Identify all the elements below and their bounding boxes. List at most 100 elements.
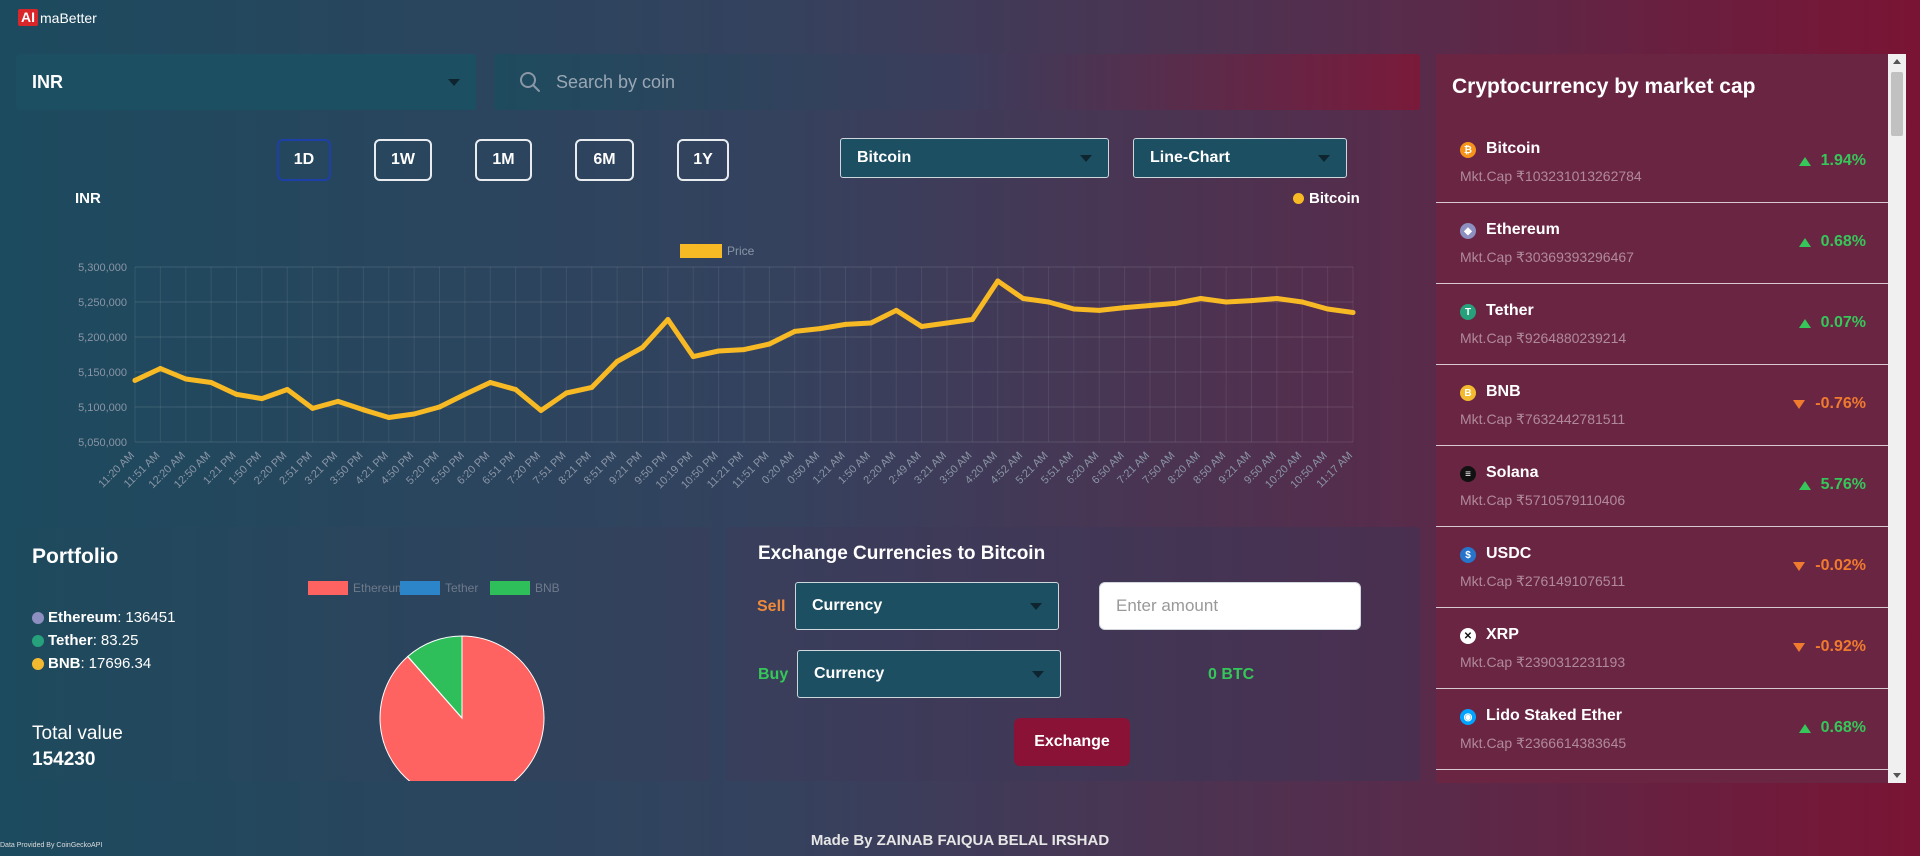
coin-change: 0.07% bbox=[1798, 314, 1866, 332]
coin-market-cap: Mkt.Cap ₹5710579110406 bbox=[1460, 492, 1626, 508]
coin-row[interactable]: ◉ Lido Staked Ether Mkt.Cap ₹2366614383645… bbox=[1436, 689, 1888, 770]
chevron-down-icon bbox=[1032, 670, 1044, 678]
scroll-down-icon[interactable] bbox=[1893, 773, 1901, 778]
coin-change: 1.94% bbox=[1798, 152, 1866, 170]
search-input[interactable] bbox=[556, 71, 1156, 93]
holding-value: 17696.34 bbox=[88, 655, 152, 672]
coin-name: USDC bbox=[1486, 545, 1532, 562]
sell-currency-value: Currency bbox=[812, 597, 883, 614]
price-point bbox=[360, 407, 366, 413]
scrollbar-thumb[interactable] bbox=[1891, 72, 1903, 136]
price-point bbox=[1325, 306, 1331, 312]
coin-row[interactable]: ◆ Ethereum Mkt.Cap ₹30369393296467 0.68% bbox=[1436, 203, 1888, 284]
coin-name: Lido Staked Ether bbox=[1486, 707, 1623, 724]
pie-legend-label: Ethereum bbox=[353, 581, 405, 595]
arrow-down-icon bbox=[1793, 561, 1806, 571]
pie-legend-label: BNB bbox=[535, 581, 560, 595]
solana-icon: ≡ bbox=[1460, 466, 1476, 482]
coin-change-value: 0.68% bbox=[1820, 719, 1866, 736]
holding-row: Ethereum:136451 bbox=[32, 609, 175, 626]
coin-change-value: -0.76% bbox=[1815, 395, 1866, 412]
range-1w-button[interactable]: 1W bbox=[374, 139, 432, 181]
coin-change-value: -0.02% bbox=[1815, 557, 1866, 574]
coin-name: BNB bbox=[1486, 383, 1521, 400]
chart-type-select[interactable]: Line-Chart bbox=[1133, 138, 1347, 178]
holding-row: Tether:83.25 bbox=[32, 632, 175, 649]
coin-change: -0.02% bbox=[1793, 557, 1866, 575]
coin-row[interactable]: ₿ Bitcoin Mkt.Cap ₹103231013262784 1.94% bbox=[1436, 122, 1888, 203]
portfolio-title: Portfolio bbox=[32, 545, 119, 568]
price-point bbox=[411, 411, 417, 417]
bnb-icon bbox=[32, 657, 44, 670]
sell-label: Sell bbox=[757, 598, 786, 615]
sidebar-scrollbar[interactable] bbox=[1888, 54, 1906, 783]
price-point bbox=[589, 384, 595, 390]
chevron-down-icon bbox=[448, 78, 460, 86]
arrow-down-icon bbox=[1793, 642, 1806, 652]
coin-change: 0.68% bbox=[1798, 719, 1866, 737]
coin-market-cap: Mkt.Cap ₹2761491076511 bbox=[1460, 573, 1626, 589]
arrow-up-icon bbox=[1798, 480, 1811, 490]
price-point bbox=[157, 366, 163, 371]
coin-name: Tether bbox=[1486, 302, 1534, 319]
price-point bbox=[792, 328, 798, 334]
market-cap-sidebar: Cryptocurrency by market cap ₿ Bitcoin Mkt… bbox=[1436, 54, 1906, 783]
y-tick-label: 5,300,000 bbox=[78, 262, 127, 274]
y-tick-label: 5,100,000 bbox=[78, 402, 127, 414]
coin-change: 5.76% bbox=[1798, 476, 1866, 494]
scroll-up-icon[interactable] bbox=[1893, 59, 1901, 64]
price-point bbox=[487, 380, 493, 385]
buy-currency-select[interactable]: Currency bbox=[797, 650, 1061, 698]
coin-row[interactable]: $ USDC Mkt.Cap ₹2761491076511 -0.02% bbox=[1436, 527, 1888, 608]
coin-select[interactable]: Bitcoin bbox=[840, 138, 1109, 178]
holding-value: 83.25 bbox=[100, 632, 139, 649]
coin-row-partial[interactable] bbox=[1436, 770, 1888, 783]
price-point bbox=[462, 391, 468, 397]
exchange-button[interactable]: Exchange bbox=[1014, 718, 1130, 766]
holding-name: Ethereum bbox=[48, 609, 118, 626]
data-credit: Data Provided By CoinGeckoAPI bbox=[0, 842, 103, 849]
currency-select[interactable]: INR bbox=[16, 54, 476, 110]
price-point bbox=[335, 398, 341, 404]
holding-separator: : bbox=[92, 632, 97, 649]
coin-market-cap: Mkt.Cap ₹7632442781511 bbox=[1460, 411, 1626, 427]
range-1d-button[interactable]: 1D bbox=[277, 139, 331, 181]
price-point bbox=[741, 347, 747, 353]
price-point bbox=[538, 408, 544, 413]
coin-name: Bitcoin bbox=[1486, 140, 1541, 157]
coin-change-value: 5.76% bbox=[1820, 476, 1866, 493]
coin-change-value: -0.92% bbox=[1815, 638, 1866, 655]
amount-input[interactable] bbox=[1099, 582, 1361, 630]
price-point bbox=[995, 278, 1001, 284]
holding-name: BNB bbox=[48, 655, 81, 672]
price-point bbox=[1350, 310, 1356, 315]
coin-change-value: 0.07% bbox=[1820, 314, 1866, 331]
range-1y-button[interactable]: 1Y bbox=[677, 139, 729, 181]
holding-separator: : bbox=[117, 609, 122, 626]
coin-row[interactable]: B BNB Mkt.Cap ₹7632442781511 -0.76% bbox=[1436, 365, 1888, 446]
buy-label: Buy bbox=[758, 666, 789, 683]
coin-row[interactable]: T Tether Mkt.Cap ₹9264880239214 0.07% bbox=[1436, 284, 1888, 365]
price-point bbox=[843, 321, 848, 327]
price-point bbox=[563, 390, 569, 396]
price-point bbox=[640, 345, 645, 350]
buy-currency-value: Currency bbox=[814, 665, 885, 682]
range-1m-button[interactable]: 1M bbox=[475, 139, 532, 181]
price-point bbox=[919, 324, 925, 329]
currency-select-value: INR bbox=[32, 71, 63, 92]
coin-row[interactable]: ✕ XRP Mkt.Cap ₹2390312231193 -0.92% bbox=[1436, 608, 1888, 689]
price-point bbox=[132, 377, 138, 383]
price-point bbox=[893, 307, 899, 313]
sell-currency-select[interactable]: Currency bbox=[795, 582, 1059, 630]
coin-row[interactable]: ≡ Solana Mkt.Cap ₹5710579110406 5.76% bbox=[1436, 446, 1888, 527]
price-point bbox=[1249, 298, 1254, 304]
logo-mark: AI bbox=[18, 9, 38, 26]
app-logo: AI maBetter bbox=[18, 9, 97, 26]
price-point bbox=[716, 348, 722, 354]
holding-value: 136451 bbox=[125, 609, 176, 626]
tether-icon bbox=[32, 634, 44, 647]
arrow-up-icon bbox=[1798, 156, 1811, 166]
arrow-down-icon bbox=[1793, 399, 1806, 409]
price-point bbox=[1046, 299, 1051, 305]
range-6m-button[interactable]: 6M bbox=[575, 139, 634, 181]
